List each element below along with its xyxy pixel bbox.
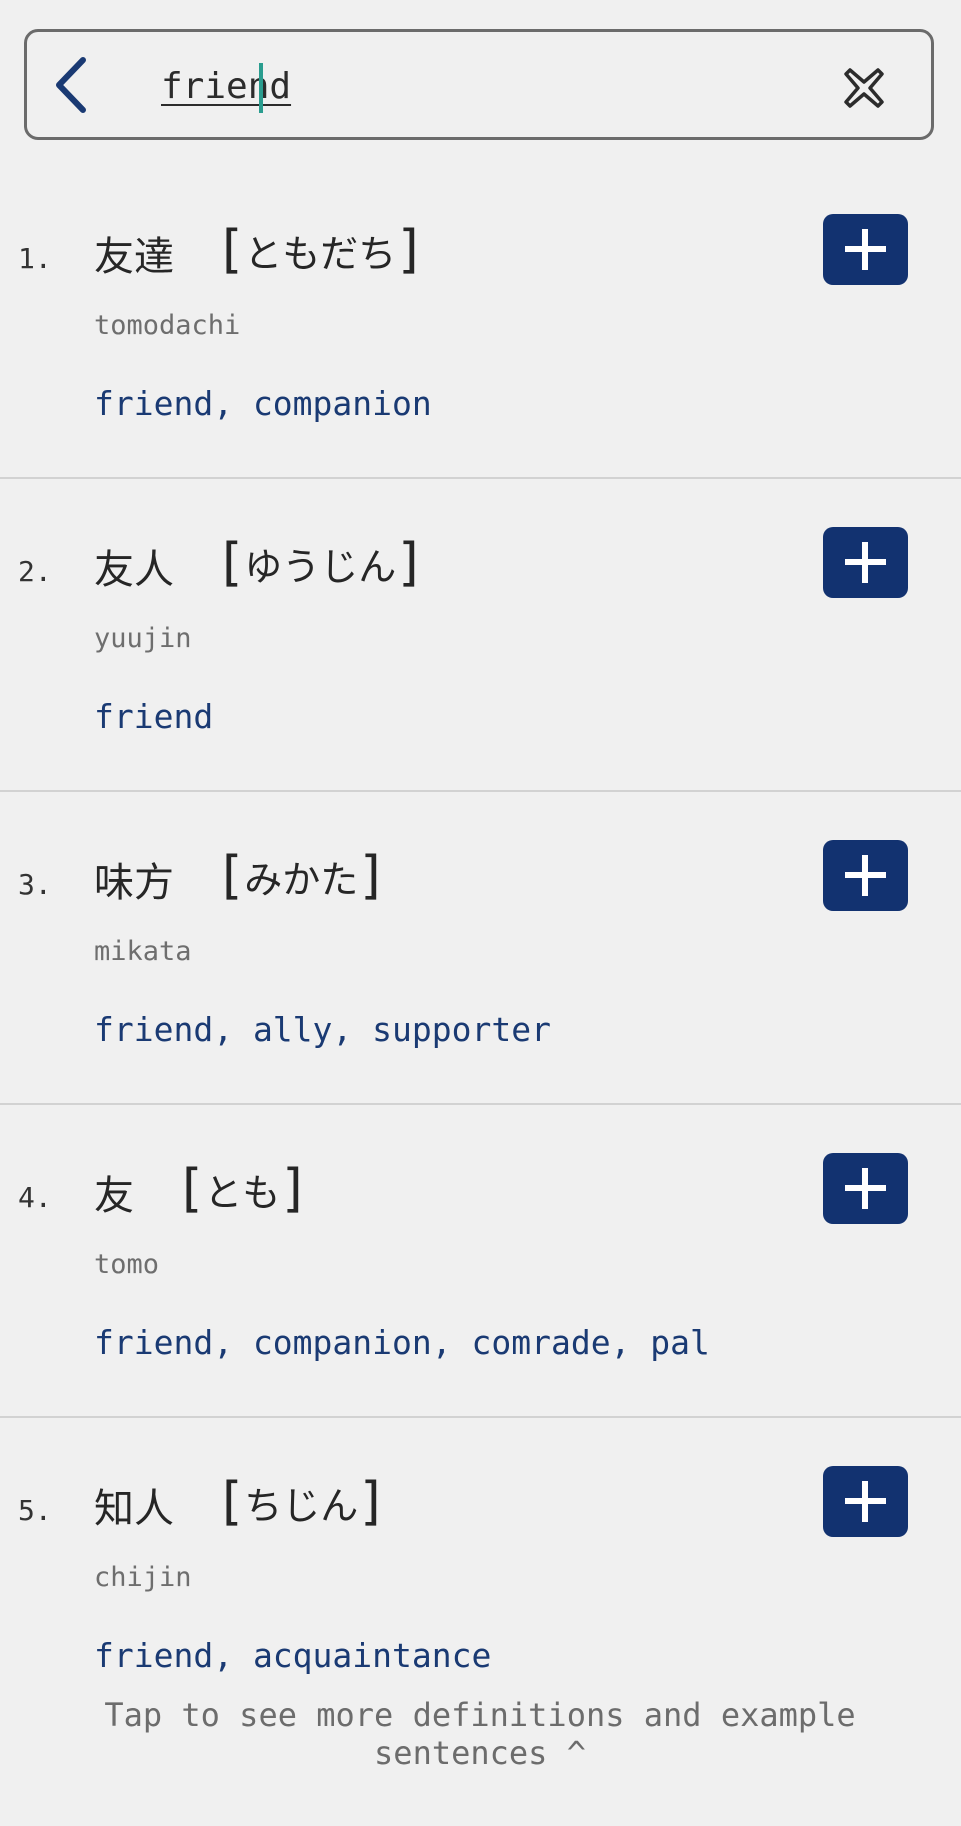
bracket-open: [ [222,533,243,593]
bracket-close: ] [360,1472,381,1532]
entry-number: 2. [18,555,52,588]
bracket-close: ] [282,1159,303,1219]
entry-number: 1. [18,242,52,275]
entry-word: 味方 [94,860,174,906]
add-word-button[interactable] [823,214,908,285]
entry-reading: [ちじん] [222,1472,381,1532]
bracket-close: ] [398,220,419,280]
bracket-open: [ [222,846,243,906]
result-entry[interactable]: 1. 友達 [ともだち] tomodachi friend, companion [0,166,961,479]
bracket-close: ] [398,533,419,593]
entry-number: 3. [18,868,52,901]
entry-meaning: friend [94,697,214,736]
result-entry[interactable]: 2. 友人 [ゆうじん] yuujin friend [0,479,961,792]
entry-meaning: friend, acquaintance [94,1636,492,1675]
hint-line-2: sentences ^ [374,1734,586,1772]
entry-meaning: friend, ally, supporter [94,1010,551,1049]
back-button[interactable] [47,54,97,116]
entry-word: 知人 [94,1486,174,1532]
entry-reading: [ゆうじん] [222,533,419,593]
clear-x-icon [844,68,884,108]
entry-word: 友 [94,1173,134,1219]
entry-reading: [ともだち] [222,220,419,280]
entry-number: 4. [18,1181,52,1214]
entry-reading: [みかた] [222,846,381,906]
reading-kana: ゆうじん [244,544,397,589]
bracket-open: [ [182,1159,203,1219]
text-caret [259,63,263,113]
bracket-open: [ [222,220,243,280]
results-list: 1. 友達 [ともだち] tomodachi friend, companion… [0,166,961,1731]
add-word-button[interactable] [823,527,908,598]
more-definitions-hint[interactable]: Tap to see more definitions and example … [60,1696,900,1772]
reading-kana: みかた [244,857,359,902]
entry-number: 5. [18,1494,52,1527]
entry-romaji: tomo [94,1249,160,1280]
entry-romaji: mikata [94,936,192,967]
clear-search-button[interactable] [842,66,886,110]
entry-romaji: tomodachi [94,310,241,341]
entry-word: 友達 [94,234,174,280]
reading-kana: ちじん [244,1483,359,1528]
entry-romaji: chijin [94,1562,192,1593]
bracket-close: ] [360,846,381,906]
reading-kana: ともだち [244,231,397,276]
bracket-open: [ [222,1472,243,1532]
entry-romaji: yuujin [94,623,192,654]
result-entry[interactable]: 5. 知人 [ちじん] chijin friend, acquaintance [0,1418,961,1731]
entry-word: 友人 [94,547,174,593]
entry-meaning: friend, companion, comrade, pal [94,1323,710,1362]
reading-kana: とも [204,1170,281,1215]
search-bar [24,29,934,140]
add-word-button[interactable] [823,840,908,911]
hint-line-1: Tap to see more definitions and example [104,1696,856,1734]
add-word-button[interactable] [823,1466,908,1537]
entry-reading: [とも] [182,1159,303,1219]
add-word-button[interactable] [823,1153,908,1224]
result-entry[interactable]: 3. 味方 [みかた] mikata friend, ally, support… [0,792,961,1105]
search-input[interactable] [137,58,721,114]
chevron-left-icon [56,57,86,113]
result-entry[interactable]: 4. 友 [とも] tomo friend, companion, comrad… [0,1105,961,1418]
entry-meaning: friend, companion [94,384,432,423]
